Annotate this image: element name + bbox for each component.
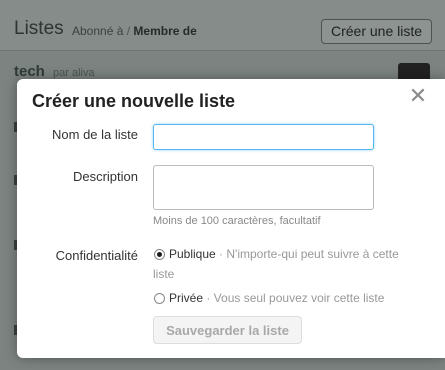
list-item[interactable]: tech par aliva	[14, 63, 95, 80]
private-option[interactable]: Privée · Vous seul pouvez voir cette lis…	[169, 288, 419, 308]
private-option-description: · Vous seul pouvez voir cette liste	[203, 291, 385, 305]
public-option-label: Publique	[169, 247, 216, 261]
save-list-button[interactable]: Sauvegarder la liste	[153, 316, 302, 344]
private-option-label: Privée	[169, 291, 204, 305]
description-label: Description	[72, 169, 138, 184]
public-option[interactable]: Publique · N'importe-qui peut suivre à c…	[153, 244, 415, 284]
lists-title: Listes	[14, 18, 64, 39]
list-item-name: tech	[14, 63, 45, 80]
list-name-input[interactable]	[153, 124, 374, 150]
list-item-owner: par aliva	[53, 67, 95, 79]
tab-following[interactable]: Abonné à	[72, 24, 123, 38]
private-radio[interactable]	[154, 293, 165, 304]
close-icon[interactable]: ✕	[408, 85, 428, 107]
subtitle-separator: /	[126, 24, 131, 38]
description-hint: Moins de 100 caractères, facultatif	[153, 215, 321, 227]
create-list-button[interactable]: Créer une liste	[321, 19, 432, 44]
description-input[interactable]	[153, 165, 374, 210]
create-list-dialog: Créer une nouvelle liste ✕ Nom de la lis…	[17, 79, 445, 358]
dialog-title: Créer une nouvelle liste	[32, 91, 236, 111]
list-name-label: Nom de la liste	[52, 127, 138, 142]
tab-member-of[interactable]: Membre de	[133, 24, 196, 38]
privacy-label: Confidentialité	[55, 248, 138, 263]
lists-subtitle: Abonné à / Membre de	[72, 24, 197, 38]
